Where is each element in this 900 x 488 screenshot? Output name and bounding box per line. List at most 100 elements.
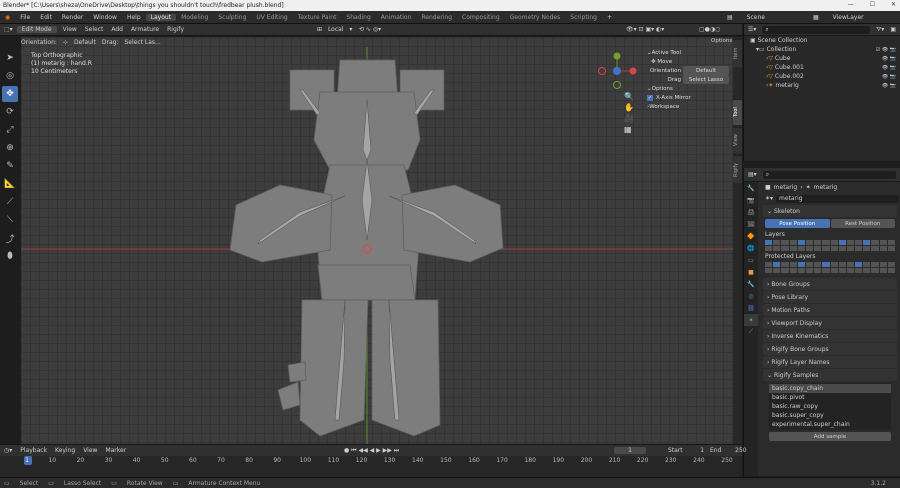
layer-toggle[interactable]	[863, 268, 871, 273]
pivot-icon[interactable]: ⟲ ∿ ◎▾	[355, 26, 385, 33]
menu-keying[interactable]: Keying	[51, 447, 79, 454]
rigify-bone-groups-header[interactable]: › Rigify Bone Groups	[763, 343, 897, 355]
layer-toggle[interactable]	[879, 246, 887, 251]
list-item[interactable]: basic.pivot	[769, 393, 891, 402]
layer-toggle[interactable]	[871, 268, 879, 273]
mode-dropdown[interactable]: Edit Mode	[16, 26, 57, 33]
menu-add[interactable]: Add	[107, 26, 127, 33]
new-collection-icon[interactable]: ▣	[890, 26, 896, 33]
visibility-icons[interactable]: 👁 📷	[882, 56, 896, 62]
menu-marker[interactable]: Marker	[101, 447, 130, 454]
layer-toggle[interactable]	[797, 246, 805, 251]
outliner-item[interactable]: ▾▭ Collection ☑ 👁 📷	[744, 45, 900, 54]
layer-toggle[interactable]	[789, 240, 797, 245]
physics-tab-icon[interactable]: ◎	[744, 290, 758, 302]
xmirror-row[interactable]: ✓ X-Axis Mirror	[647, 93, 733, 102]
constraints-tab-icon[interactable]: ⛓	[744, 302, 758, 314]
menu-view[interactable]: View	[59, 26, 81, 33]
layer-toggle[interactable]	[887, 240, 895, 245]
menu-help[interactable]: Help	[122, 14, 146, 21]
outliner-item[interactable]: ›▽ Cube 👁 📷	[744, 54, 900, 63]
inverse-kinematics-header[interactable]: › Inverse Kinematics	[763, 330, 897, 342]
properties-search-icon[interactable]: ⌕	[762, 170, 896, 179]
tab-animation[interactable]: Animation	[376, 14, 417, 21]
layer-toggle[interactable]	[797, 268, 805, 273]
tab-texture-paint[interactable]: Texture Paint	[293, 14, 342, 21]
move-tool-icon[interactable]: ✥	[2, 86, 18, 102]
add-workspace-icon[interactable]: +	[602, 14, 617, 21]
viewport-gizmo-icons[interactable]: 👁▾ ⊡ ▣▾ ◐▾	[622, 26, 668, 33]
filter-icon[interactable]: ⛛▾	[876, 26, 884, 34]
layer-toggle[interactable]	[863, 246, 871, 251]
outliner-search-icon[interactable]: ⌕	[762, 25, 871, 34]
layer-toggle[interactable]	[871, 246, 879, 251]
cursor-tool-icon[interactable]: ◎	[2, 68, 18, 84]
list-item[interactable]: basic.super_copy	[769, 411, 891, 420]
layer-toggle[interactable]	[855, 262, 863, 267]
options-header[interactable]: ⌄ Options	[647, 84, 733, 93]
layer-toggle[interactable]	[814, 262, 822, 267]
menu-armature[interactable]: Armature	[127, 26, 163, 33]
visibility-icons[interactable]: ☑ 👁 📷	[876, 47, 896, 53]
layer-toggle[interactable]	[789, 262, 797, 267]
layer-toggle[interactable]	[846, 268, 855, 273]
menu-select[interactable]: Select	[81, 26, 108, 33]
layer-toggle[interactable]	[863, 240, 871, 245]
playback-controls[interactable]: ● ⏮ ◀◀ ◀ ▶ ▶▶ ⏭	[340, 447, 403, 455]
layer-toggle[interactable]	[773, 240, 781, 245]
tab-geometry-nodes[interactable]: Geometry Nodes	[505, 14, 566, 21]
layer-toggle[interactable]	[814, 246, 822, 251]
layer-toggle[interactable]	[830, 268, 838, 273]
tab-shading[interactable]: Shading	[341, 14, 375, 21]
properties-editor-icon[interactable]: ▤▾	[748, 171, 757, 178]
zoom-icon[interactable]: 🔍	[624, 92, 634, 101]
drag-dropdown[interactable]: Select Las...	[124, 39, 160, 46]
list-item[interactable]: basic.raw_copy	[769, 402, 891, 411]
world-tab-icon[interactable]: 🌐	[744, 242, 758, 254]
outliner-editor-icon[interactable]: ☰▾	[748, 26, 756, 33]
visibility-icons[interactable]: 👁 📷	[882, 65, 896, 71]
menu-file[interactable]: File	[15, 14, 35, 21]
layer-toggle[interactable]	[781, 262, 789, 267]
view-layer-tab-icon[interactable]: 🖼	[744, 218, 758, 230]
layer-toggle[interactable]	[855, 268, 863, 273]
layer-toggle[interactable]	[838, 240, 846, 245]
list-item[interactable]: experimental.super_chain	[769, 420, 891, 429]
shading-modes-icons[interactable]: ▢●◑○	[695, 26, 724, 33]
layer-toggle[interactable]	[765, 268, 773, 273]
add-sample-button[interactable]: Add sample	[769, 432, 891, 441]
rest-position-button[interactable]: Rest Position	[830, 219, 895, 228]
layer-toggle[interactable]	[765, 240, 773, 245]
tab-modeling[interactable]: Modeling	[176, 14, 213, 21]
select-tool-icon[interactable]: ➤	[2, 50, 18, 66]
skeleton-panel-header[interactable]: ⌄ Skeleton	[763, 205, 897, 217]
tab-layout[interactable]: Layout	[145, 13, 177, 21]
layer-toggle[interactable]	[789, 246, 797, 251]
rigify-layer-names-header[interactable]: › Rigify Layer Names	[763, 356, 897, 368]
outliner-item[interactable]: ›✶ metarig 👁 📷	[744, 81, 900, 90]
layer-toggle[interactable]	[814, 240, 822, 245]
tab-scripting[interactable]: Scripting	[565, 14, 602, 21]
layer-toggle[interactable]	[887, 268, 895, 273]
pan-hand-icon[interactable]: ✋	[624, 103, 634, 112]
layer-toggle[interactable]	[781, 240, 789, 245]
layer-toggle[interactable]	[838, 262, 846, 267]
end-frame-field[interactable]: End 250	[702, 447, 755, 454]
visibility-icons[interactable]: 👁 📷	[882, 74, 896, 80]
pose-library-header[interactable]: › Pose Library	[763, 291, 897, 303]
layer-toggle[interactable]	[830, 262, 838, 267]
layer-toggle[interactable]	[781, 268, 789, 273]
layer-toggle[interactable]	[830, 240, 838, 245]
maximize-button[interactable]: ☐	[870, 1, 875, 8]
layer-toggle[interactable]	[822, 240, 830, 245]
tab-compositing[interactable]: Compositing	[457, 14, 505, 21]
layer-toggle[interactable]	[887, 246, 895, 251]
pose-position-button[interactable]: Pose Position	[765, 219, 830, 228]
minimize-button[interactable]: —	[848, 1, 854, 8]
visibility-icons[interactable]: 👁 📷	[882, 83, 896, 89]
rotate-tool-icon[interactable]: ⟳	[2, 104, 18, 120]
motion-paths-header[interactable]: › Motion Paths	[763, 304, 897, 316]
layer-toggle[interactable]	[805, 240, 814, 245]
outliner-scene-collection[interactable]: ▣ Scene Collection	[744, 36, 900, 45]
tab-sculpting[interactable]: Sculpting	[213, 14, 251, 21]
